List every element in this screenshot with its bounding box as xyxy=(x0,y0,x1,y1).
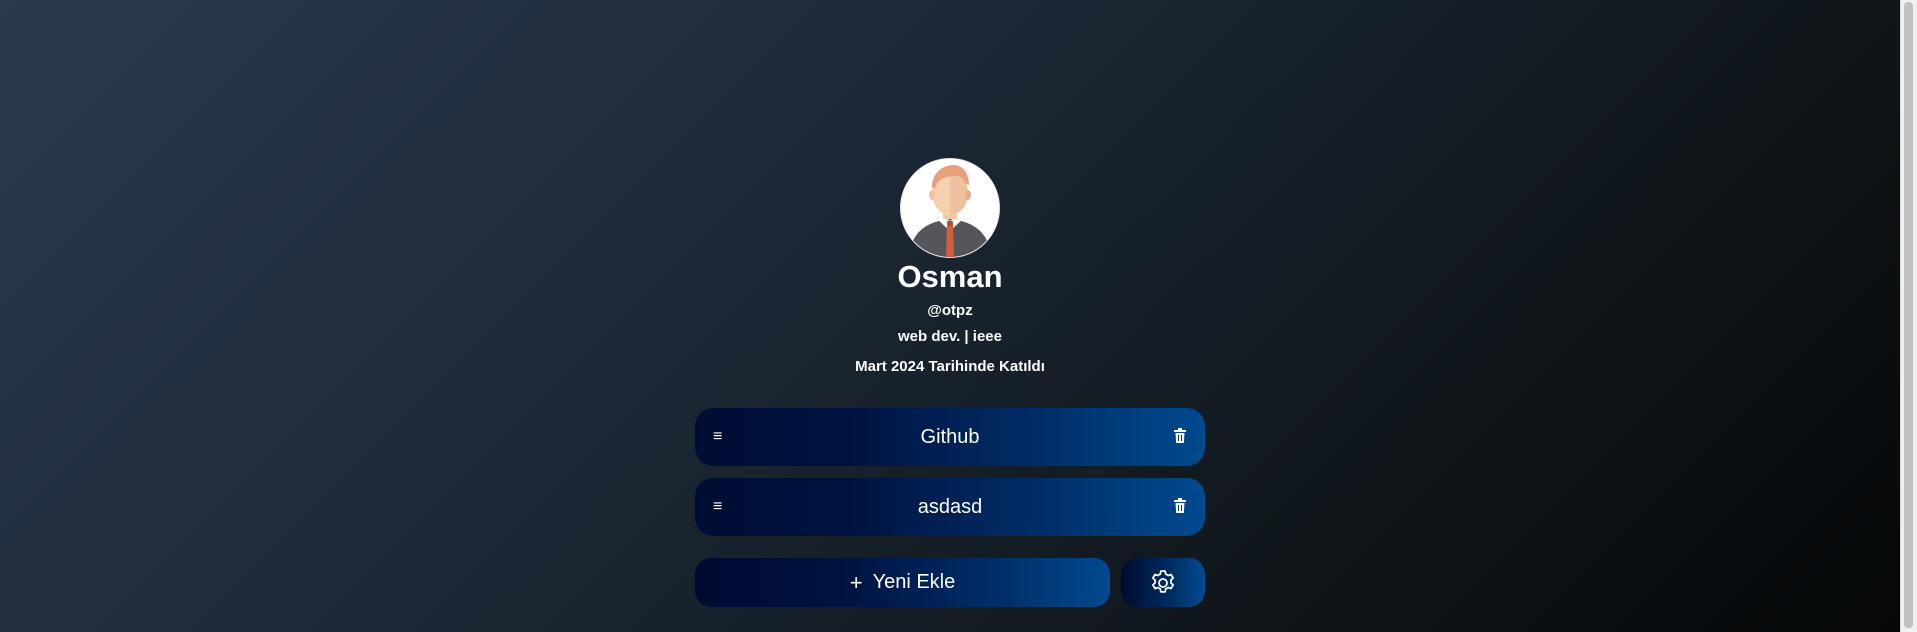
scrollbar[interactable] xyxy=(1900,0,1917,632)
drag-handle-icon[interactable]: ≡ xyxy=(713,478,722,536)
add-link-button[interactable]: + Yeni Ekle xyxy=(695,558,1110,607)
settings-button[interactable] xyxy=(1121,558,1205,607)
link-card-github[interactable]: ≡ Github xyxy=(695,408,1205,466)
scrollbar-thumb[interactable] xyxy=(1904,2,1913,628)
trash-icon[interactable] xyxy=(1173,498,1187,514)
avatar xyxy=(900,158,1000,258)
drag-handle-icon[interactable]: ≡ xyxy=(713,408,722,466)
gear-icon xyxy=(1152,569,1174,593)
profile-name: Osman xyxy=(897,259,1003,294)
profile-joined-date: Mart 2024 Tarihinde Katıldı xyxy=(855,358,1045,375)
plus-icon: + xyxy=(849,569,863,595)
link-title[interactable]: asdasd xyxy=(755,478,1145,536)
trash-icon[interactable] xyxy=(1173,428,1187,444)
add-link-label: Yeni Ekle xyxy=(872,571,956,593)
profile-page: Osman @otpz web dev. | ieee Mart 2024 Ta… xyxy=(0,0,1900,632)
link-title[interactable]: Github xyxy=(755,408,1145,466)
profile-bio: web dev. | ieee xyxy=(898,328,1002,345)
link-card-asdasd[interactable]: ≡ asdasd xyxy=(695,478,1205,536)
man-avatar-icon xyxy=(901,159,999,257)
profile-handle: @otpz xyxy=(927,302,973,319)
